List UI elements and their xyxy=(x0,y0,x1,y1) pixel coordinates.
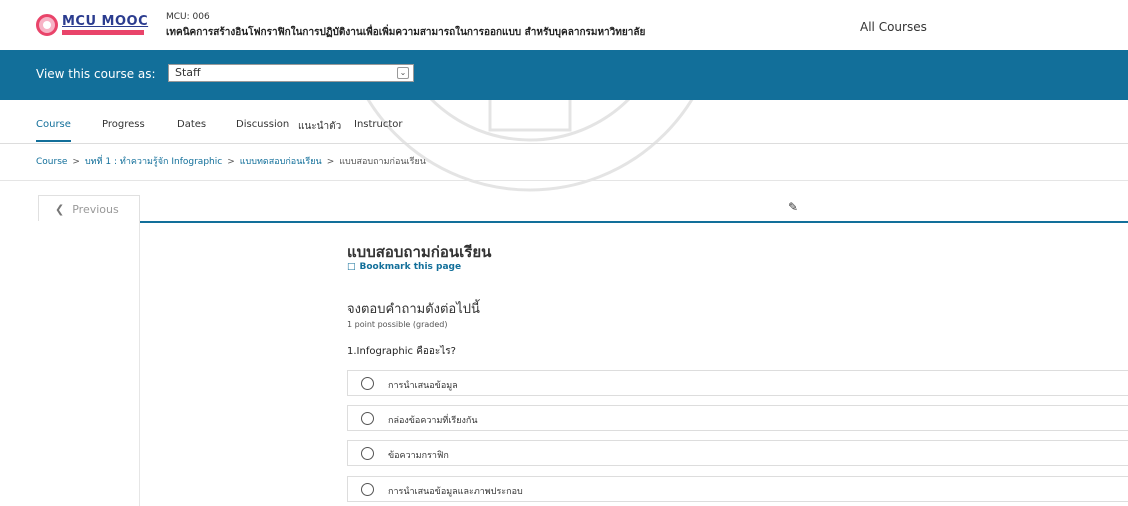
breadcrumb-chapter[interactable]: บทที่ 1 : ทำความรู้จัก Infographic xyxy=(85,157,222,167)
breadcrumb-separator: > xyxy=(326,157,335,167)
previous-button[interactable]: ❮ Previous xyxy=(38,195,140,221)
chevron-down-icon: ⌄ xyxy=(397,67,409,79)
answer-option-label: การนำเสนอข้อมูล xyxy=(388,381,458,391)
breadcrumb: Course > บทที่ 1 : ทำความรู้จัก Infographi… xyxy=(36,154,426,168)
tab-introduction[interactable]: แนะนำตัว xyxy=(298,119,341,144)
course-tabs: Course Progress Dates Discussion แนะนำตั… xyxy=(0,100,1128,144)
all-courses-link[interactable]: All Courses xyxy=(860,20,927,34)
radio-button[interactable] xyxy=(361,412,374,425)
bookmark-button[interactable]: □ Bookmark this page xyxy=(347,262,461,272)
answer-option[interactable]: กล่องข้อความที่เรียงกัน xyxy=(347,405,1128,431)
tab-discussion[interactable]: Discussion xyxy=(236,119,289,140)
problem-title: จงตอบคำถามดังต่อไปนี้ xyxy=(347,302,480,317)
left-panel xyxy=(38,221,140,506)
problem-points: 1 point possible (graded) xyxy=(347,320,448,329)
breadcrumb-separator: > xyxy=(72,157,80,167)
bookmark-icon: □ xyxy=(347,262,356,272)
mcu-mooc-logo[interactable]: MCU MOOC xyxy=(36,14,152,36)
unit-title: แบบสอบถามก่อนเรียน xyxy=(347,243,492,261)
answer-option[interactable]: การนำเสนอข้อมูลและภาพประกอบ xyxy=(347,476,1128,502)
answer-option-label: การนำเสนอข้อมูลและภาพประกอบ xyxy=(388,487,523,497)
tab-progress[interactable]: Progress xyxy=(102,119,145,140)
view-as-label: View this course as: xyxy=(36,67,156,81)
question-text: 1.Infographic คืออะไร? xyxy=(347,346,456,357)
radio-button[interactable] xyxy=(361,377,374,390)
breadcrumb-current: แบบสอบถามก่อนเรียน xyxy=(339,157,426,167)
radio-button[interactable] xyxy=(361,483,374,496)
breadcrumb-section[interactable]: แบบทดสอบก่อนเรียน xyxy=(240,157,322,167)
divider xyxy=(0,180,1128,181)
site-header: MCU MOOC MCU: 006 เทคนิคการสร้างอินโฟกรา… xyxy=(0,0,1128,50)
staff-preview-bar: View this course as: Staff ⌄ xyxy=(0,50,1128,100)
answer-option[interactable]: ข้อความกราฟิก xyxy=(347,440,1128,466)
answer-option-label: ข้อความกราฟิก xyxy=(388,451,449,461)
logo-text: MCU MOOC xyxy=(62,14,149,29)
selected-role: Staff xyxy=(175,66,201,79)
chevron-left-icon: ❮ xyxy=(55,203,65,216)
tab-instructor[interactable]: Instructor xyxy=(354,119,403,140)
course-code: MCU: 006 xyxy=(166,12,210,22)
previous-label: Previous xyxy=(72,203,119,216)
breadcrumb-course[interactable]: Course xyxy=(36,157,67,167)
logo-subtitle-strip xyxy=(62,30,144,35)
tab-course[interactable]: Course xyxy=(36,119,71,142)
logo-emblem-icon xyxy=(36,14,58,36)
answer-option[interactable]: การนำเสนอข้อมูล xyxy=(347,370,1128,396)
tab-dates[interactable]: Dates xyxy=(177,119,206,140)
radio-button[interactable] xyxy=(361,447,374,460)
sequence-navigation: ✎ xyxy=(140,195,1128,223)
course-title: เทคนิคการสร้างอินโฟกราฟิกในการปฏิบัติงาน… xyxy=(166,27,646,38)
view-as-role-select[interactable]: Staff ⌄ xyxy=(168,64,414,82)
answer-option-label: กล่องข้อความที่เรียงกัน xyxy=(388,416,478,426)
breadcrumb-separator: > xyxy=(227,157,235,167)
edit-pencil-icon[interactable]: ✎ xyxy=(788,200,798,214)
bookmark-label: Bookmark this page xyxy=(359,262,462,272)
